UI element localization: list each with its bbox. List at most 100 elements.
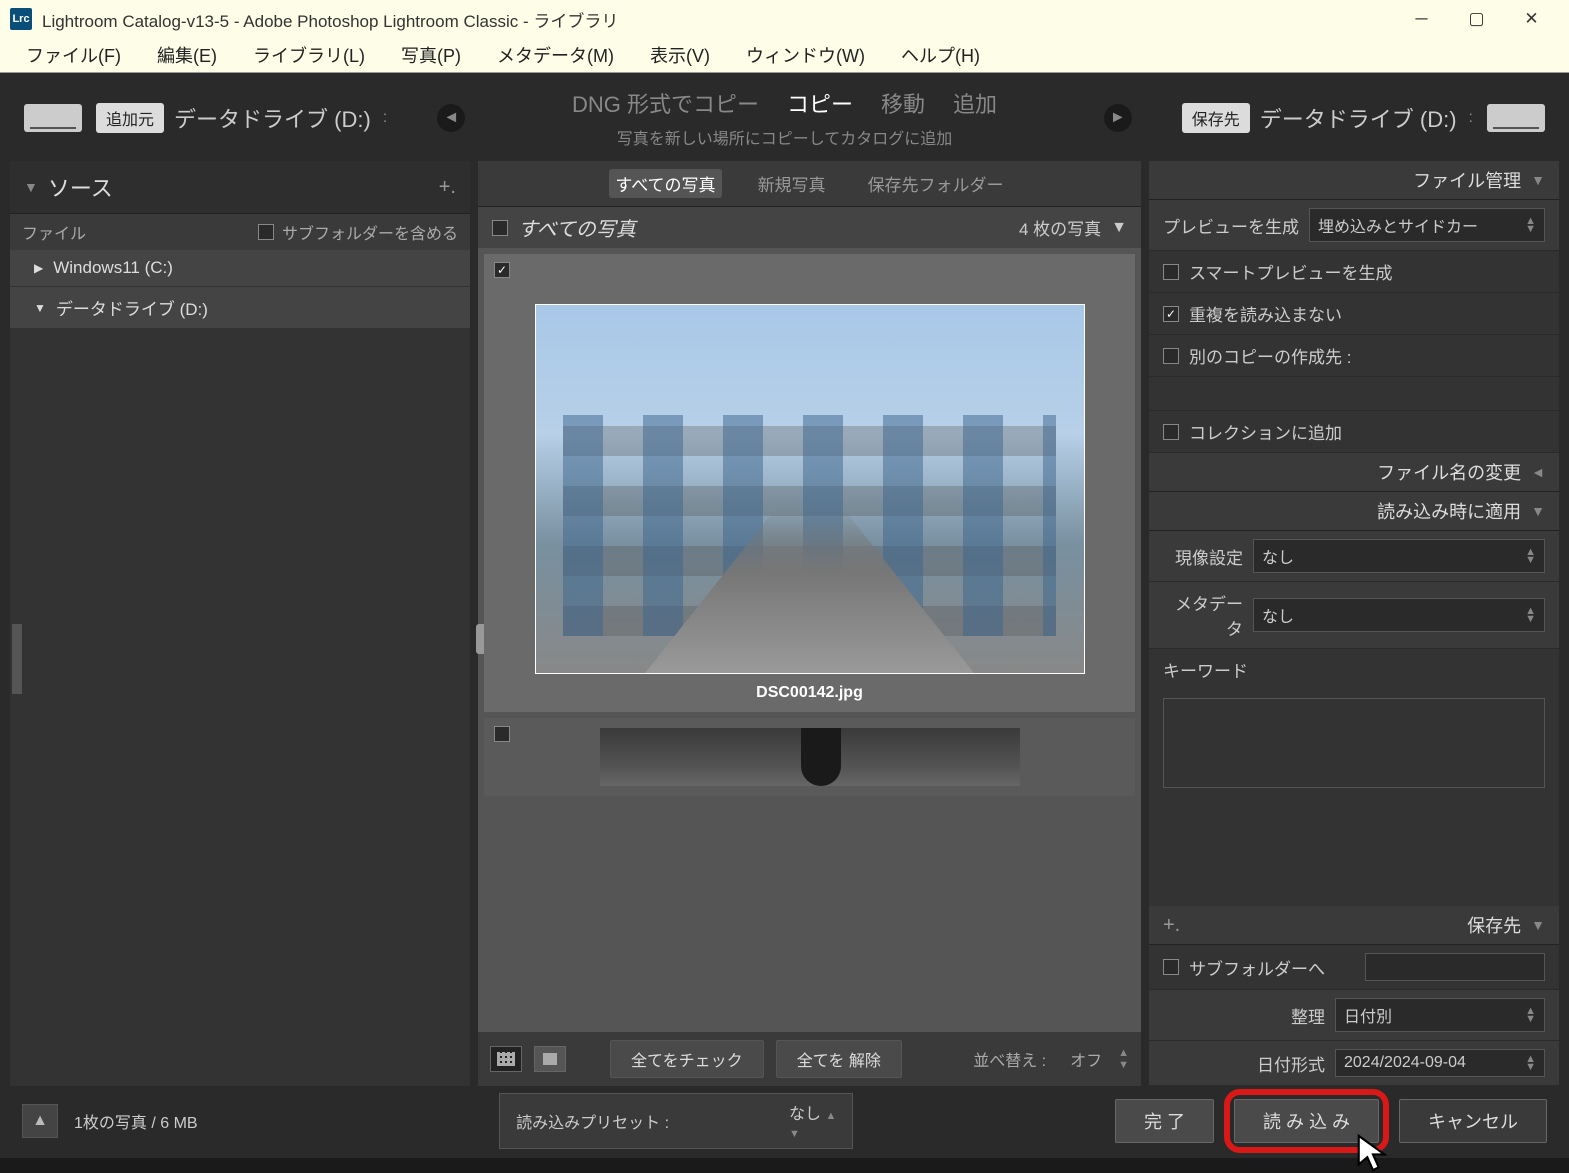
single-view-button[interactable] xyxy=(534,1046,566,1072)
subfolder-label: サブフォルダーへ xyxy=(1189,955,1325,980)
grid-view-button[interactable] xyxy=(490,1046,522,1072)
add-destination-icon[interactable]: +. xyxy=(1163,914,1180,937)
updown-icon: ▲▼ xyxy=(1525,548,1536,564)
file-handling-header[interactable]: ファイル管理 xyxy=(1413,167,1521,193)
thumbnail-item[interactable]: DSC00142.jpg xyxy=(484,254,1135,712)
done-button[interactable]: 完 了 xyxy=(1115,1099,1214,1143)
organize-select[interactable]: 日付別 ▲▼ xyxy=(1335,998,1545,1032)
dropdown-icon[interactable]: ▲▼ xyxy=(1118,1047,1129,1071)
subfolder-input[interactable] xyxy=(1365,953,1545,981)
dropdown-icon[interactable]: : xyxy=(383,109,387,127)
include-subfolders-checkbox[interactable] xyxy=(258,224,274,240)
expand-icon[interactable]: ▶ xyxy=(34,261,43,275)
sort-label: 並べ替え : xyxy=(973,1047,1046,1071)
destination-header[interactable]: 保存先 xyxy=(1467,912,1521,938)
import-topbar: 追加元 データドライブ (D:) : ◄ DNG 形式でコピー コピー 移動 追… xyxy=(10,83,1559,153)
cancel-button[interactable]: キャンセル xyxy=(1399,1099,1547,1143)
collapse-icon[interactable]: ▼ xyxy=(1531,917,1545,933)
tab-new-photos[interactable]: 新規写真 xyxy=(752,169,832,198)
source-drive-d[interactable]: ▼ データドライブ (D:) xyxy=(10,287,470,329)
import-preset-select[interactable]: 読み込みプリセット : なし ▲▼ xyxy=(499,1093,853,1149)
thumbnail-item[interactable] xyxy=(484,718,1135,796)
uncheck-all-button[interactable]: 全てを 解除 xyxy=(776,1040,902,1078)
destination-drive-label[interactable]: データドライブ (D:) xyxy=(1260,102,1457,134)
source-item-label: データドライブ (D:) xyxy=(56,295,208,320)
close-button[interactable]: ✕ xyxy=(1504,0,1559,38)
subfolder-checkbox[interactable] xyxy=(1163,959,1179,975)
organize-label: 整理 xyxy=(1291,1003,1325,1028)
source-drive-label[interactable]: データドライブ (D:) xyxy=(174,102,371,134)
minimize-button[interactable]: ─ xyxy=(1394,0,1449,38)
updown-icon: ▲▼ xyxy=(1525,217,1536,233)
stack-toggle-button[interactable]: ▲ xyxy=(22,1104,58,1138)
apply-import-header[interactable]: 読み込み時に適用 xyxy=(1377,498,1521,524)
settings-panel: ファイル管理 ▼ プレビューを生成 埋め込みとサイドカー ▲▼ スマートプレビュ… xyxy=(1149,161,1559,1086)
source-drive-c[interactable]: ▶ Windows11 (C:) xyxy=(10,250,470,287)
drive-icon xyxy=(1487,104,1545,132)
expand-icon[interactable]: ◄ xyxy=(1531,464,1545,480)
menu-bar: ファイル(F) 編集(E) ライブラリ(L) 写真(P) メタデータ(M) 表示… xyxy=(0,38,1569,73)
tab-all-photos[interactable]: すべての写真 xyxy=(609,169,721,198)
keyword-input[interactable] xyxy=(1163,698,1545,788)
menu-window[interactable]: ウィンドウ(W) xyxy=(728,38,883,72)
menu-view[interactable]: 表示(V) xyxy=(632,38,728,72)
thumbnail-checkbox[interactable] xyxy=(494,262,510,278)
preview-gen-select[interactable]: 埋め込みとサイドカー ▲▼ xyxy=(1309,208,1545,242)
preset-label: 読み込みプリセット : xyxy=(516,1109,669,1133)
tab-dng-copy[interactable]: DNG 形式でコピー xyxy=(572,87,759,119)
select-value: 日付別 xyxy=(1344,1003,1392,1027)
menu-file[interactable]: ファイル(F) xyxy=(8,38,139,72)
destination-to-button[interactable]: 保存先 xyxy=(1182,103,1250,133)
develop-select[interactable]: なし ▲▼ xyxy=(1253,539,1545,573)
metadata-label: メタデータ xyxy=(1163,590,1243,640)
metadata-select[interactable]: なし ▲▼ xyxy=(1253,598,1545,632)
add-source-icon[interactable]: +. xyxy=(439,176,456,199)
thumbnail-checkbox[interactable] xyxy=(494,726,510,742)
import-button[interactable]: 読 み 込 み xyxy=(1234,1099,1379,1143)
second-copy-checkbox[interactable] xyxy=(1163,348,1179,364)
window-titlebar: Lrc Lightroom Catalog-v13-5 - Adobe Phot… xyxy=(0,0,1569,38)
file-rename-header[interactable]: ファイル名の変更 xyxy=(1377,459,1521,485)
menu-edit[interactable]: 編集(E) xyxy=(139,38,235,72)
add-collection-checkbox[interactable] xyxy=(1163,424,1179,440)
nav-left-icon[interactable]: ◄ xyxy=(437,104,465,132)
status-text: 1枚の写真 / 6 MB xyxy=(74,1109,198,1133)
collapse-icon[interactable]: ▼ xyxy=(34,301,46,315)
thumbnail-image[interactable] xyxy=(600,728,1020,786)
keyword-label: キーワード xyxy=(1163,657,1248,682)
lrc-app-icon: Lrc xyxy=(10,8,32,30)
import-button-highlight: 読 み 込 み xyxy=(1224,1089,1389,1153)
tab-add[interactable]: 追加 xyxy=(953,87,997,119)
tab-destination-folder[interactable]: 保存先フォルダー xyxy=(862,169,1010,198)
menu-library[interactable]: ライブラリ(L) xyxy=(235,38,383,72)
single-icon xyxy=(543,1053,557,1065)
collapse-icon[interactable]: ▼ xyxy=(24,179,38,195)
grid-icon xyxy=(497,1052,515,1066)
center-title: すべての写真 xyxy=(518,213,1019,242)
collapse-icon[interactable]: ▼ xyxy=(1111,219,1127,237)
sort-value[interactable]: オフ xyxy=(1070,1047,1102,1071)
window-title: Lightroom Catalog-v13-5 - Adobe Photosho… xyxy=(42,7,618,32)
collapse-icon[interactable]: ▼ xyxy=(1531,503,1545,519)
collapse-icon[interactable]: ▼ xyxy=(1531,172,1545,188)
menu-help[interactable]: ヘルプ(H) xyxy=(883,38,998,72)
dateformat-select[interactable]: 2024/2024-09-04 ▲▼ xyxy=(1335,1049,1545,1077)
maximize-button[interactable]: ▢ xyxy=(1449,0,1504,38)
dropdown-icon[interactable]: : xyxy=(1469,109,1473,127)
no-duplicates-checkbox[interactable] xyxy=(1163,306,1179,322)
menu-photo[interactable]: 写真(P) xyxy=(383,38,479,72)
smart-preview-checkbox[interactable] xyxy=(1163,264,1179,280)
smart-preview-label: スマートプレビューを生成 xyxy=(1189,259,1393,284)
thumbnail-image[interactable] xyxy=(535,304,1085,674)
menu-metadata[interactable]: メタデータ(M) xyxy=(479,38,632,72)
select-all-checkbox[interactable] xyxy=(492,220,508,236)
tab-copy[interactable]: コピー xyxy=(787,87,853,119)
thumbnail-grid[interactable]: DSC00142.jpg xyxy=(478,248,1141,1032)
preview-gen-label: プレビューを生成 xyxy=(1163,213,1299,238)
nav-right-icon[interactable]: ► xyxy=(1104,104,1132,132)
panel-resize-handle-left[interactable] xyxy=(12,624,22,694)
source-from-button[interactable]: 追加元 xyxy=(96,103,164,133)
tab-move[interactable]: 移動 xyxy=(881,87,925,119)
source-header: ソース xyxy=(48,171,113,203)
check-all-button[interactable]: 全てをチェック xyxy=(610,1040,764,1078)
